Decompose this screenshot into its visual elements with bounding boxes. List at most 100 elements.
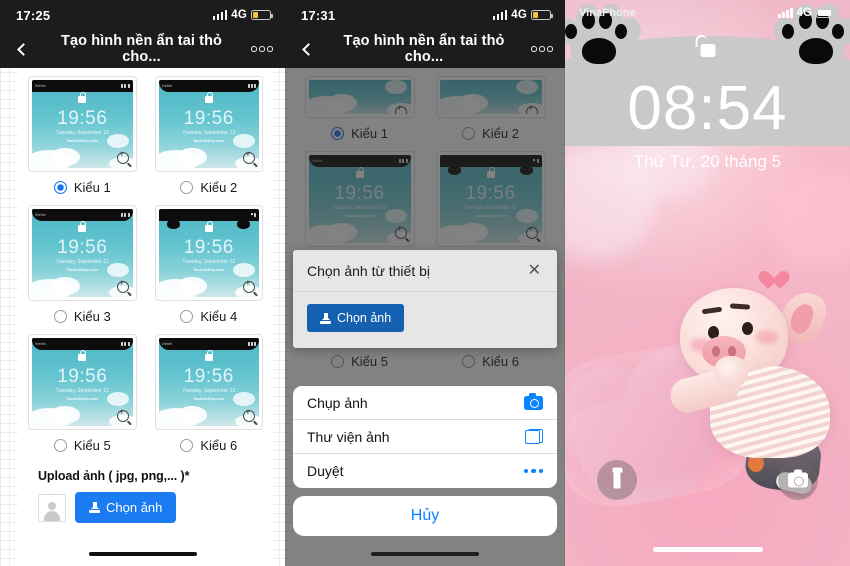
action-label: Chụp ảnh: [307, 394, 368, 411]
more-options-icon[interactable]: [239, 46, 285, 52]
home-indicator: [88, 551, 197, 556]
status-time: 17:25: [16, 7, 51, 23]
cancel-button[interactable]: Hủy: [293, 496, 557, 536]
style-label: Kiểu 5: [73, 438, 111, 453]
thumb-time: 19:56: [183, 108, 234, 129]
network-label: 4G: [796, 7, 812, 19]
paw-ear-icon: [233, 211, 255, 229]
back-button[interactable]: [0, 42, 44, 56]
zoom-in-icon[interactable]: [243, 408, 255, 422]
style-radio[interactable]: [53, 181, 67, 194]
nav-bar-2: Tạo hình nền ẩn tai thỏ cho...: [285, 30, 565, 68]
thumb-time: 19:56: [57, 108, 108, 129]
upload-icon: [320, 312, 331, 324]
style-option-3[interactable]: Viettel 19:56 Tuesday, September 12 TaoA…: [28, 205, 137, 324]
flashlight-button[interactable]: [597, 460, 637, 500]
network-label: 4G: [231, 9, 247, 21]
screenshot-stage: 17:25 4G Tạo hình nền ẩn tai thỏ cho... …: [0, 0, 850, 566]
style-label: Kiểu 3: [73, 309, 111, 324]
style-option-1[interactable]: Viettel 19:56 Tuesday, September 12 TaoA…: [28, 76, 137, 195]
upload-row: Chọn ảnh: [28, 483, 263, 523]
style-radio-row[interactable]: Kiểu 6: [180, 438, 237, 453]
ellipsis-icon: [523, 468, 543, 474]
action-sheet-group: Chụp ảnh Thư viện ảnh Duyệt: [293, 386, 557, 488]
action-sheet: Chụp ảnh Thư viện ảnh Duyệt Hủy: [293, 386, 557, 536]
style-radio-row[interactable]: Kiểu 2: [180, 180, 237, 195]
style-radio-row[interactable]: Kiểu 4: [180, 309, 237, 324]
style-option-6[interactable]: Viettel 19:56 Tuesday, September 12 TaoA…: [154, 334, 263, 453]
thumb-time: 19:56: [183, 366, 234, 387]
style-option-4[interactable]: 19:56 Tuesday, September 12 TaoAnhDep.co…: [154, 205, 263, 324]
lock-open-icon: [695, 35, 715, 57]
style-label: Kiểu 4: [200, 309, 238, 324]
dialog-title: Chọn ảnh từ thiết bị: [307, 263, 431, 279]
style-radio-row[interactable]: Kiểu 3: [53, 309, 111, 324]
status-indicators: 4G: [212, 9, 274, 21]
small-heart-icon: [764, 272, 784, 290]
style-radio[interactable]: [53, 439, 67, 452]
back-button[interactable]: [285, 42, 329, 56]
thumb-time: 19:56: [57, 237, 108, 258]
pig-character: [664, 278, 836, 496]
style-radio-row[interactable]: Kiểu 5: [53, 438, 111, 453]
style-radio-row[interactable]: Kiểu 1: [53, 180, 111, 195]
style-radio[interactable]: [180, 439, 194, 452]
thumb-carrier: Viettel: [161, 342, 173, 346]
style-option-5[interactable]: Viettel 19:56 Tuesday, September 12 TaoA…: [28, 334, 137, 453]
signal-bars-icon: [778, 8, 793, 18]
carrier-label: VinaPhone: [579, 7, 636, 19]
style-thumbnail[interactable]: Viettel 19:56 Tuesday, September 12 TaoA…: [28, 205, 137, 301]
more-options-icon[interactable]: [519, 46, 565, 52]
upload-label: Upload ảnh ( jpg, png,... )*: [38, 469, 190, 483]
home-indicator: [652, 547, 763, 552]
thumb-carrier: Viettel: [35, 213, 46, 217]
action-label: Duyệt: [307, 463, 344, 479]
action-photo-library[interactable]: Thư viện ảnh: [293, 420, 557, 454]
thumb-carrier: Viettel: [35, 84, 46, 88]
style-row: Viettel 19:56 Tuesday, September 12 TaoA…: [28, 205, 263, 324]
status-bar-2: 17:31 4G: [285, 0, 565, 30]
dialog-header: Chọn ảnh từ thiết bị ✕: [293, 250, 557, 292]
style-thumbnail[interactable]: Viettel 19:56 Tuesday, September 12 TaoA…: [28, 334, 137, 430]
flashlight-icon: [612, 467, 622, 489]
style-radio[interactable]: [180, 310, 194, 323]
lock-closed-icon: [204, 350, 213, 361]
nav-bar-1: Tạo hình nền ẩn tai thỏ cho...: [0, 30, 285, 68]
zoom-in-icon[interactable]: [116, 408, 129, 422]
battery-low-icon: [531, 10, 554, 20]
dialog-choose-image-button[interactable]: Chọn ảnh: [307, 304, 405, 332]
style-thumbnail[interactable]: Viettel 19:56 Tuesday, September 12 TaoA…: [154, 76, 263, 172]
style-label: Kiểu 1: [73, 180, 111, 195]
choose-image-button[interactable]: Chọn ảnh: [75, 492, 177, 523]
camera-button[interactable]: [778, 460, 818, 500]
dialog-body: Chọn ảnh: [293, 292, 557, 348]
status-bar-1: 17:25 4G: [0, 0, 285, 30]
style-thumbnail[interactable]: 19:56 Tuesday, September 12 TaoAnhDep.co…: [154, 205, 263, 301]
zoom-in-icon[interactable]: [243, 279, 255, 293]
chevron-left-icon: [302, 42, 315, 56]
network-label: 4G: [511, 9, 527, 21]
panel-result-lockscreen: VinaPhone 4G 08:54 Thứ Tư, 20 tháng 5: [565, 0, 850, 566]
style-radio[interactable]: [53, 310, 67, 323]
zoom-in-icon[interactable]: [116, 150, 129, 164]
upload-icon: [89, 502, 100, 513]
page-title: Tạo hình nền ẩn tai thỏ cho...: [343, 33, 505, 65]
style-option-2[interactable]: Viettel 19:56 Tuesday, September 12 TaoA…: [154, 76, 263, 195]
zoom-in-icon[interactable]: [116, 279, 129, 293]
action-take-photo[interactable]: Chụp ảnh: [293, 386, 557, 420]
battery-icon: [816, 8, 839, 18]
action-browse[interactable]: Duyệt: [293, 454, 557, 488]
panel-form-with-dialog: Kiểu 1 Kiểu 2: [285, 0, 565, 566]
style-radio[interactable]: [180, 181, 194, 194]
style-thumbnail[interactable]: Viettel 19:56 Tuesday, September 12 TaoA…: [28, 76, 137, 172]
lock-closed-icon: [204, 221, 213, 232]
dialog-button-label: Chọn ảnh: [337, 311, 392, 325]
thumb-carrier: Viettel: [35, 342, 46, 346]
style-grid-1: Viettel 19:56 Tuesday, September 12 TaoA…: [18, 68, 273, 523]
choose-image-label: Chọn ảnh: [106, 500, 163, 515]
zoom-in-icon[interactable]: [243, 150, 255, 164]
page-title: Tạo hình nền ẩn tai thỏ cho...: [61, 33, 222, 65]
close-icon[interactable]: ✕: [526, 263, 543, 279]
style-thumbnail[interactable]: Viettel 19:56 Tuesday, September 12 TaoA…: [154, 334, 263, 430]
panel-form-top: 17:25 4G Tạo hình nền ẩn tai thỏ cho... …: [0, 0, 285, 566]
